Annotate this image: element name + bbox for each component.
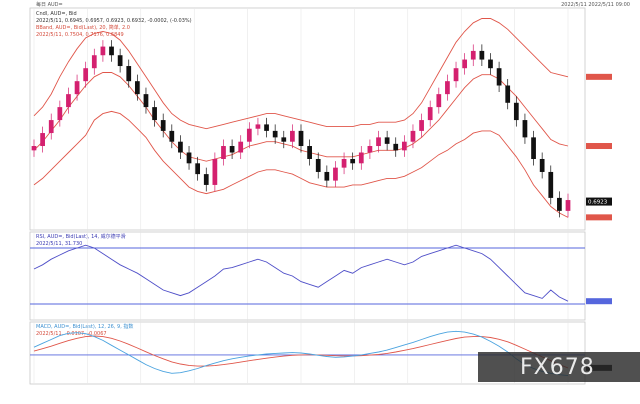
candle-body bbox=[160, 120, 166, 131]
macd-legend-line-1: MACD, AUD=, Bid(Last), 12, 26, 9, 指数 bbox=[36, 323, 133, 330]
candle-body bbox=[91, 55, 97, 69]
candle-body bbox=[384, 137, 390, 144]
rsi-legend-line-2: 2022/5/11, 31.730 bbox=[36, 241, 82, 247]
candle-body bbox=[298, 130, 304, 147]
candle-body bbox=[410, 130, 416, 142]
candle-body bbox=[341, 158, 347, 168]
price-legend-line-1: Cndl, AUD=, Bid bbox=[36, 11, 77, 17]
candle-body bbox=[109, 46, 114, 56]
candle-body bbox=[419, 120, 424, 131]
candle-body bbox=[427, 107, 433, 121]
price-legend-line-3: BBand, AUD=, Bid(Last), 20, 简单, 2.0 bbox=[36, 24, 130, 31]
candle-body bbox=[221, 146, 226, 159]
candle-body bbox=[238, 141, 244, 153]
price-legend-line-2: 2022/5/11, 0.6945, 0.6957, 0.6923, 0.693… bbox=[36, 18, 192, 24]
candle-body bbox=[470, 50, 476, 60]
rsi-legend-line-1: RSI, AUD=, Bid(Last), 14, 威尔德平滑 bbox=[36, 233, 126, 240]
candle-body bbox=[367, 146, 373, 153]
candle-body bbox=[66, 94, 71, 108]
candle-body bbox=[31, 146, 37, 151]
candle-body bbox=[83, 68, 89, 82]
candle-body bbox=[264, 124, 269, 131]
candle-body bbox=[100, 46, 106, 56]
candle-body bbox=[229, 146, 235, 153]
candle-body bbox=[212, 158, 218, 185]
candle-body bbox=[169, 130, 175, 142]
rsi-layer bbox=[30, 244, 612, 305]
candle-body bbox=[246, 128, 252, 142]
header-right: 2022/5/11 2022/5/11 09:00 bbox=[561, 2, 630, 8]
candle-body bbox=[488, 59, 493, 69]
candle-body bbox=[307, 146, 312, 159]
chart-frame: FX678 每日 AUD= 2022/5/11 2022/5/11 09:00 … bbox=[0, 0, 640, 400]
candle-body bbox=[350, 158, 356, 164]
candle-body bbox=[57, 107, 63, 121]
candle-body bbox=[48, 120, 54, 134]
watermark-text: FX678 bbox=[520, 355, 595, 380]
candle-body bbox=[315, 158, 321, 172]
candle-body bbox=[74, 81, 80, 95]
candle-body bbox=[178, 141, 183, 153]
candle-body bbox=[548, 171, 554, 198]
candle-body bbox=[290, 130, 295, 142]
candle-body bbox=[333, 167, 338, 181]
last-price-label: 0.6923 bbox=[588, 200, 608, 206]
candle-body bbox=[272, 130, 278, 138]
candle-body bbox=[143, 94, 149, 108]
price-panel-frame bbox=[29, 7, 586, 231]
candle-body bbox=[324, 171, 330, 181]
chart-svg: 每日 AUD= 2022/5/11 2022/5/11 09:00 Cndl, … bbox=[29, 1, 640, 385]
candle-body bbox=[505, 85, 511, 103]
candle-body bbox=[40, 133, 45, 147]
candle-body bbox=[496, 68, 502, 86]
candle-body bbox=[117, 55, 123, 67]
band-value-box-lower bbox=[586, 214, 612, 221]
candle-body bbox=[479, 50, 485, 60]
band-value-box-upper bbox=[586, 73, 612, 80]
candle-body bbox=[401, 141, 407, 151]
candle-body bbox=[203, 174, 209, 185]
candle-body bbox=[565, 200, 571, 211]
candle-body bbox=[522, 120, 528, 138]
candle-body bbox=[152, 107, 157, 121]
candle-body bbox=[453, 68, 459, 82]
candle-body bbox=[281, 137, 287, 142]
candle-body bbox=[255, 124, 261, 129]
header-left: 每日 AUD= bbox=[36, 1, 63, 8]
price-layer: 0.6923 bbox=[31, 18, 612, 221]
candle-body bbox=[531, 137, 536, 159]
candle-body bbox=[393, 143, 399, 151]
rsi-panel-frame bbox=[29, 231, 586, 321]
candle-body bbox=[557, 197, 562, 211]
candle-body bbox=[126, 66, 132, 82]
candle-body bbox=[436, 94, 442, 108]
candle-body bbox=[186, 152, 192, 164]
candle-body bbox=[376, 137, 381, 147]
candle-body bbox=[134, 81, 140, 95]
candle-body bbox=[539, 158, 545, 172]
candle-body bbox=[462, 59, 468, 69]
candle-body bbox=[513, 102, 519, 121]
candle-body bbox=[445, 81, 450, 95]
rsi-value-box bbox=[586, 298, 612, 305]
candle-body bbox=[195, 163, 201, 175]
band-value-box-middle bbox=[586, 143, 612, 150]
candle-body bbox=[358, 152, 364, 164]
